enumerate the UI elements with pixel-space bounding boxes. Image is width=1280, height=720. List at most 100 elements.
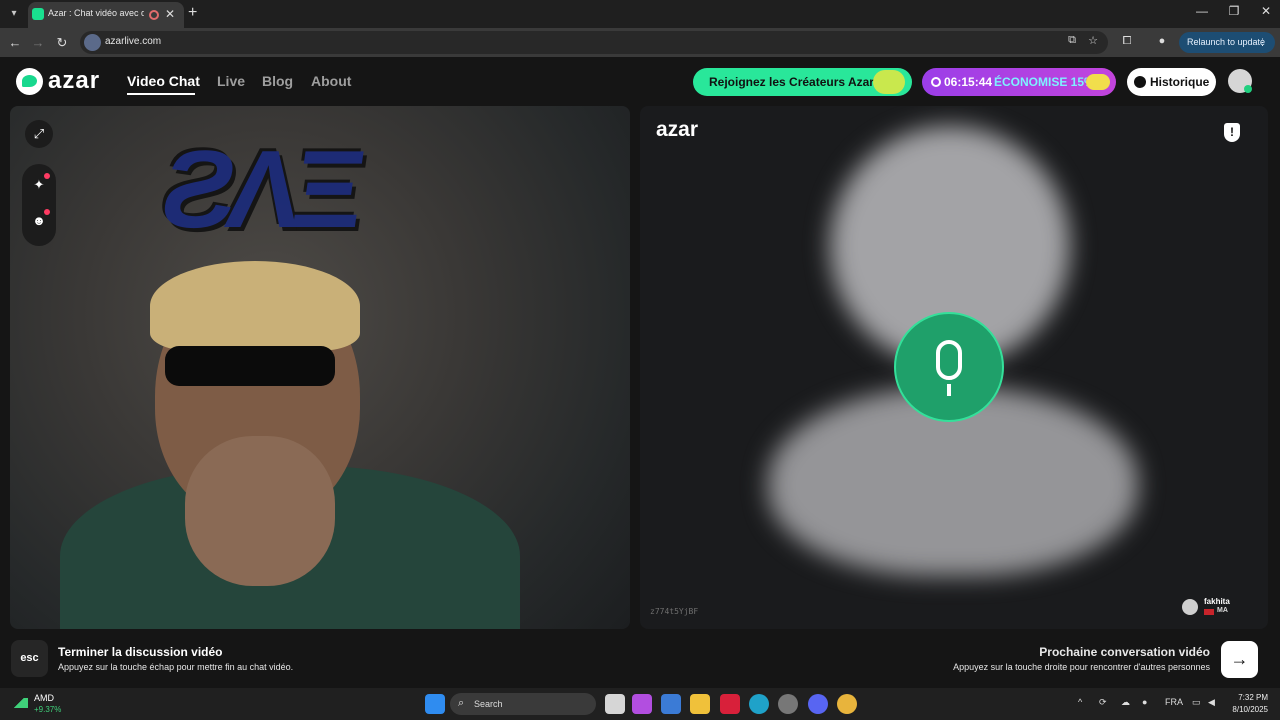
end-chat-button[interactable]: esc: [11, 640, 48, 677]
stock-delta: +9.37%: [34, 705, 62, 714]
join-creators-button[interactable]: Rejoignez les Créateurs Azar: [693, 68, 912, 96]
remote-azar-watermark: azar: [656, 118, 699, 141]
clock-icon: [931, 77, 941, 87]
creators-label: Rejoignez les Créateurs Azar: [709, 75, 874, 89]
windows-start-icon[interactable]: [425, 694, 445, 714]
stock-chart-icon[interactable]: [14, 698, 28, 708]
promo-timer: 06:15:44: [944, 75, 993, 89]
partner-name: fakhita: [1204, 597, 1230, 606]
obs-studio-icon[interactable]: [778, 694, 798, 714]
recording-indicator-icon: [149, 10, 159, 20]
local-camera-video: ƧΛΞ ⤢ ✦ ☻: [10, 106, 630, 629]
minimize-icon[interactable]: —: [1192, 4, 1212, 18]
morocco-flag-icon: [1204, 609, 1214, 615]
tab-title: Azar : Chat vidéo avec de n: [48, 8, 144, 18]
search-icon: ⌕: [458, 697, 465, 709]
back-icon[interactable]: ←: [6, 34, 24, 52]
effects-notification-dot: [44, 173, 50, 179]
history-clock-icon: [1134, 76, 1146, 88]
task-view-icon[interactable]: [605, 694, 625, 714]
bookmark-star-icon[interactable]: ☆: [1085, 34, 1101, 47]
end-chat-title: Terminer la discussion vidéo: [58, 645, 223, 659]
azar-logo-text[interactable]: azar: [48, 67, 100, 95]
tray-network-icon[interactable]: ☁: [1121, 697, 1130, 708]
user-avatar-icon[interactable]: [1228, 69, 1252, 93]
close-tab-icon[interactable]: ✕: [165, 7, 175, 21]
more-menu-icon[interactable]: ⋮: [1258, 32, 1267, 53]
nav-live[interactable]: Live: [217, 73, 245, 89]
creators-illustration-icon: [873, 70, 905, 94]
effects-toolbar: ✦ ☻: [22, 164, 56, 246]
history-label: Historique: [1150, 75, 1210, 89]
discord-icon[interactable]: [808, 694, 828, 714]
browser-tab[interactable]: Azar : Chat vidéo avec de n ✕: [28, 2, 184, 28]
nav-video-chat[interactable]: Video Chat: [127, 73, 200, 89]
browser-toolbar: ← → ↻ azarlive.com ⧉ ☆ ⧠ ● Relaunch to u…: [0, 28, 1280, 57]
store-icon[interactable]: [661, 694, 681, 714]
next-chat-subtitle: Appuyez sur la touche droite pour rencon…: [953, 662, 1210, 672]
reload-icon[interactable]: ↻: [53, 34, 71, 52]
chrome-icon[interactable]: [837, 694, 857, 714]
search-label: Search: [474, 699, 503, 709]
extensions-icon[interactable]: ⧠: [1119, 35, 1135, 48]
screen: ▾ Azar : Chat vidéo avec de n ✕ + — ❐ ✕ …: [0, 0, 1280, 720]
windows-taskbar: AMD +9.37% ⌕ Search ^ ⟳ ☁ ● FRA ▭ ◀ 7:32…: [0, 688, 1280, 720]
history-button[interactable]: Historique: [1127, 68, 1216, 96]
end-chat-subtitle: Appuyez sur la touche échap pour mettre …: [58, 662, 294, 672]
azar-favicon-icon: [32, 8, 44, 20]
edge-browser-icon[interactable]: [749, 694, 769, 714]
install-app-icon[interactable]: ⧉: [1064, 34, 1080, 47]
tray-microphone-icon[interactable]: ●: [1142, 697, 1147, 707]
new-tab-icon[interactable]: +: [188, 4, 197, 22]
promo-discount-button[interactable]: 06:15:44 ÉCONOMISE 15%: [922, 68, 1116, 96]
filter-notification-dot: [44, 209, 50, 215]
partner-country: MA: [1217, 607, 1228, 614]
partner-badge[interactable]: fakhita MA: [1182, 595, 1248, 621]
nav-blog[interactable]: Blog: [262, 73, 293, 89]
relaunch-label: Relaunch to update: [1187, 37, 1266, 47]
next-chat-button[interactable]: →: [1221, 641, 1258, 678]
relaunch-to-update-button[interactable]: Relaunch to update ⋮: [1179, 32, 1275, 53]
browser-tab-bar: ▾ Azar : Chat vidéo avec de n ✕ + — ❐ ✕: [0, 0, 1280, 28]
partner-avatar-icon: [1182, 599, 1198, 615]
promo-discount-label: ÉCONOMISE 15%: [994, 75, 1095, 89]
report-shield-icon[interactable]: !: [1224, 123, 1240, 142]
microphone-button[interactable]: [894, 312, 1004, 422]
site-info-icon[interactable]: [84, 34, 101, 51]
azar-page: azar Video Chat Live Blog About Rejoigne…: [0, 57, 1280, 688]
input-language[interactable]: FRA: [1165, 697, 1183, 707]
forward-icon[interactable]: →: [29, 34, 47, 52]
person-hand: [185, 436, 335, 586]
expand-view-button[interactable]: ⤢: [25, 120, 53, 148]
partner-id: z774t5YjBF: [650, 607, 699, 616]
taskbar-search-box[interactable]: ⌕ Search: [450, 693, 596, 715]
restore-icon[interactable]: ❐: [1224, 4, 1244, 18]
microphone-icon: [936, 340, 962, 380]
clock-time[interactable]: 7:32 PM: [1234, 693, 1268, 702]
expand-icon: ⤢: [33, 126, 45, 141]
tray-overflow-icon[interactable]: ^: [1078, 697, 1082, 707]
office-app-icon[interactable]: [720, 694, 740, 714]
address-bar[interactable]: azarlive.com ⧉ ☆: [80, 31, 1108, 54]
nav-about[interactable]: About: [311, 73, 351, 89]
nav-active-underline: [127, 93, 195, 95]
url-text: azarlive.com: [105, 36, 162, 47]
remote-video: azar ! z774t5YjBF fakhita MA: [640, 106, 1268, 629]
gems-illustration-icon: [1086, 74, 1110, 90]
person-hair: [150, 261, 360, 351]
azar-logo-icon[interactable]: [16, 68, 43, 95]
clock-date[interactable]: 8/10/2025: [1226, 705, 1268, 714]
arrow-right-icon: →: [1230, 649, 1249, 669]
copilot-icon[interactable]: [632, 694, 652, 714]
stock-name[interactable]: AMD: [34, 693, 54, 703]
profile-icon[interactable]: ●: [1154, 35, 1170, 47]
person-sunglasses: [165, 346, 335, 386]
next-chat-title: Prochaine conversation vidéo: [1039, 645, 1210, 659]
microphone-stand: [947, 384, 951, 396]
tab-search-icon[interactable]: ▾: [6, 5, 22, 23]
tray-display-icon[interactable]: ▭: [1192, 697, 1201, 708]
tray-sync-icon[interactable]: ⟳: [1099, 697, 1107, 708]
tray-volume-icon[interactable]: ◀: [1208, 697, 1215, 708]
file-explorer-icon[interactable]: [690, 694, 710, 714]
close-window-icon[interactable]: ✕: [1256, 4, 1276, 18]
